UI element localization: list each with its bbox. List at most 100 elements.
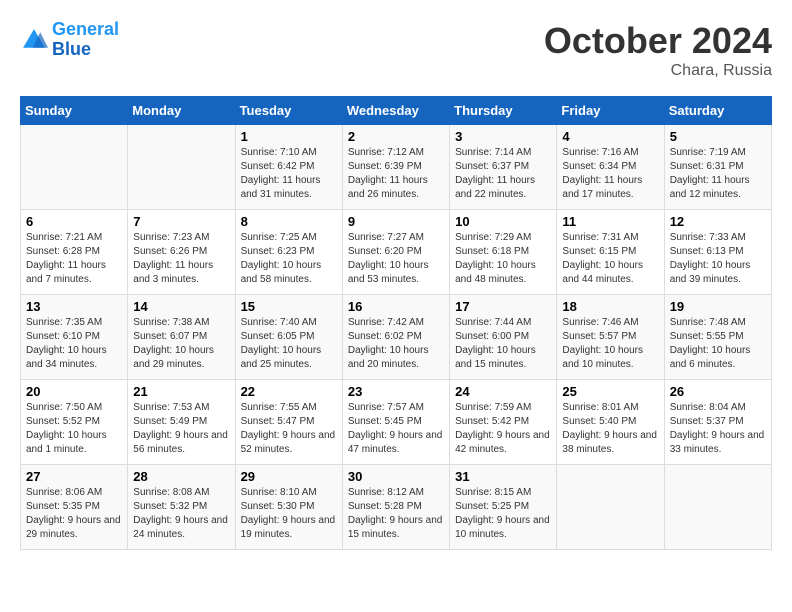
day-cell bbox=[21, 125, 128, 210]
day-number: 15 bbox=[241, 299, 337, 314]
day-cell: 29 Sunrise: 8:10 AM Sunset: 5:30 PM Dayli… bbox=[235, 465, 342, 550]
day-info: Sunrise: 7:19 AM Sunset: 6:31 PM Dayligh… bbox=[670, 146, 766, 202]
week-row-2: 6Sunrise: 7:21 AM Sunset: 6:28 PM Daylig… bbox=[21, 210, 772, 295]
day-cell: 6Sunrise: 7:21 AM Sunset: 6:28 PM Daylig… bbox=[21, 210, 128, 295]
day-number: 21 bbox=[133, 384, 229, 399]
location-subtitle: Chara, Russia bbox=[544, 62, 772, 80]
day-info: Sunrise: 7:38 AM Sunset: 6:07 PM Dayligh… bbox=[133, 316, 229, 372]
day-info: Sunrise: 8:06 AM Sunset: 5:35 PM Dayligh… bbox=[26, 486, 122, 542]
day-cell: 2Sunrise: 7:12 AM Sunset: 6:39 PM Daylig… bbox=[342, 125, 449, 210]
day-cell: 19 Sunrise: 7:48 AM Sunset: 5:55 PM Dayli… bbox=[664, 295, 771, 380]
day-cell: 12 Sunrise: 7:33 AM Sunset: 6:13 PM Dayli… bbox=[664, 210, 771, 295]
day-info: Sunrise: 7:57 AM Sunset: 5:45 PM Dayligh… bbox=[348, 401, 444, 457]
day-info: Sunrise: 7:25 AM Sunset: 6:23 PM Dayligh… bbox=[241, 231, 337, 287]
header-day-saturday: Saturday bbox=[664, 97, 771, 125]
day-info: Sunrise: 7:50 AM Sunset: 5:52 PM Dayligh… bbox=[26, 401, 122, 457]
header-day-tuesday: Tuesday bbox=[235, 97, 342, 125]
day-info: Sunrise: 8:15 AM Sunset: 5:25 PM Dayligh… bbox=[455, 486, 551, 542]
header-day-friday: Friday bbox=[557, 97, 664, 125]
day-number: 20 bbox=[26, 384, 122, 399]
day-number: 10 bbox=[455, 214, 551, 229]
day-cell: 26 Sunrise: 8:04 AM Sunset: 5:37 PM Dayli… bbox=[664, 380, 771, 465]
day-info: Sunrise: 7:59 AM Sunset: 5:42 PM Dayligh… bbox=[455, 401, 551, 457]
day-cell: 10 Sunrise: 7:29 AM Sunset: 6:18 PM Dayli… bbox=[450, 210, 557, 295]
day-number: 19 bbox=[670, 299, 766, 314]
day-number: 25 bbox=[562, 384, 658, 399]
day-number: 27 bbox=[26, 469, 122, 484]
title-block: October 2024 Chara, Russia bbox=[544, 20, 772, 80]
day-info: Sunrise: 7:10 AM Sunset: 6:42 PM Dayligh… bbox=[241, 146, 337, 202]
header-row: SundayMondayTuesdayWednesdayThursdayFrid… bbox=[21, 97, 772, 125]
day-cell: 18 Sunrise: 7:46 AM Sunset: 5:57 PM Dayli… bbox=[557, 295, 664, 380]
day-number: 3 bbox=[455, 129, 551, 144]
day-number: 26 bbox=[670, 384, 766, 399]
day-cell: 20 Sunrise: 7:50 AM Sunset: 5:52 PM Dayli… bbox=[21, 380, 128, 465]
day-number: 13 bbox=[26, 299, 122, 314]
page-header: General Blue October 2024 Chara, Russia bbox=[20, 20, 772, 80]
day-info: Sunrise: 7:31 AM Sunset: 6:15 PM Dayligh… bbox=[562, 231, 658, 287]
day-cell: 22 Sunrise: 7:55 AM Sunset: 5:47 PM Dayli… bbox=[235, 380, 342, 465]
day-info: Sunrise: 7:46 AM Sunset: 5:57 PM Dayligh… bbox=[562, 316, 658, 372]
day-info: Sunrise: 8:10 AM Sunset: 5:30 PM Dayligh… bbox=[241, 486, 337, 542]
day-cell: 3 Sunrise: 7:14 AM Sunset: 6:37 PM Daylig… bbox=[450, 125, 557, 210]
header-day-wednesday: Wednesday bbox=[342, 97, 449, 125]
day-info: Sunrise: 7:48 AM Sunset: 5:55 PM Dayligh… bbox=[670, 316, 766, 372]
day-number: 31 bbox=[455, 469, 551, 484]
day-cell: 25 Sunrise: 8:01 AM Sunset: 5:40 PM Dayli… bbox=[557, 380, 664, 465]
day-number: 24 bbox=[455, 384, 551, 399]
header-day-monday: Monday bbox=[128, 97, 235, 125]
day-info: Sunrise: 7:12 AM Sunset: 6:39 PM Dayligh… bbox=[348, 146, 444, 202]
day-number: 23 bbox=[348, 384, 444, 399]
day-number: 29 bbox=[241, 469, 337, 484]
day-number: 4 bbox=[562, 129, 658, 144]
day-info: Sunrise: 7:42 AM Sunset: 6:02 PM Dayligh… bbox=[348, 316, 444, 372]
day-number: 8 bbox=[241, 214, 337, 229]
day-cell bbox=[664, 465, 771, 550]
day-info: Sunrise: 7:29 AM Sunset: 6:18 PM Dayligh… bbox=[455, 231, 551, 287]
day-cell: 17 Sunrise: 7:44 AM Sunset: 6:00 PM Dayli… bbox=[450, 295, 557, 380]
day-number: 12 bbox=[670, 214, 766, 229]
day-info: Sunrise: 7:40 AM Sunset: 6:05 PM Dayligh… bbox=[241, 316, 337, 372]
day-info: Sunrise: 7:55 AM Sunset: 5:47 PM Dayligh… bbox=[241, 401, 337, 457]
day-info: Sunrise: 8:08 AM Sunset: 5:32 PM Dayligh… bbox=[133, 486, 229, 542]
calendar-body: 1 Sunrise: 7:10 AM Sunset: 6:42 PM Daylig… bbox=[21, 125, 772, 550]
calendar-header: SundayMondayTuesdayWednesdayThursdayFrid… bbox=[21, 97, 772, 125]
day-cell: 1 Sunrise: 7:10 AM Sunset: 6:42 PM Daylig… bbox=[235, 125, 342, 210]
day-number: 7 bbox=[133, 214, 229, 229]
day-info: Sunrise: 7:35 AM Sunset: 6:10 PM Dayligh… bbox=[26, 316, 122, 372]
logo: General Blue bbox=[20, 20, 119, 60]
day-cell: 8 Sunrise: 7:25 AM Sunset: 6:23 PM Daylig… bbox=[235, 210, 342, 295]
header-day-sunday: Sunday bbox=[21, 97, 128, 125]
day-info: Sunrise: 7:53 AM Sunset: 5:49 PM Dayligh… bbox=[133, 401, 229, 457]
month-title: October 2024 bbox=[544, 20, 772, 62]
day-number: 28 bbox=[133, 469, 229, 484]
day-number: 1 bbox=[241, 129, 337, 144]
day-number: 11 bbox=[562, 214, 658, 229]
day-number: 14 bbox=[133, 299, 229, 314]
day-info: Sunrise: 7:23 AM Sunset: 6:26 PM Dayligh… bbox=[133, 231, 229, 287]
calendar-table: SundayMondayTuesdayWednesdayThursdayFrid… bbox=[20, 96, 772, 550]
week-row-4: 20 Sunrise: 7:50 AM Sunset: 5:52 PM Dayli… bbox=[21, 380, 772, 465]
day-info: Sunrise: 8:12 AM Sunset: 5:28 PM Dayligh… bbox=[348, 486, 444, 542]
day-number: 17 bbox=[455, 299, 551, 314]
logo-text: General Blue bbox=[52, 20, 119, 60]
day-number: 16 bbox=[348, 299, 444, 314]
day-info: Sunrise: 7:33 AM Sunset: 6:13 PM Dayligh… bbox=[670, 231, 766, 287]
logo-icon bbox=[20, 26, 48, 54]
day-number: 18 bbox=[562, 299, 658, 314]
day-info: Sunrise: 7:44 AM Sunset: 6:00 PM Dayligh… bbox=[455, 316, 551, 372]
day-cell: 24 Sunrise: 7:59 AM Sunset: 5:42 PM Dayli… bbox=[450, 380, 557, 465]
day-cell: 5 Sunrise: 7:19 AM Sunset: 6:31 PM Daylig… bbox=[664, 125, 771, 210]
day-number: 22 bbox=[241, 384, 337, 399]
day-info: Sunrise: 8:01 AM Sunset: 5:40 PM Dayligh… bbox=[562, 401, 658, 457]
day-info: Sunrise: 7:14 AM Sunset: 6:37 PM Dayligh… bbox=[455, 146, 551, 202]
week-row-5: 27 Sunrise: 8:06 AM Sunset: 5:35 PM Dayli… bbox=[21, 465, 772, 550]
day-cell bbox=[128, 125, 235, 210]
day-cell: 31 Sunrise: 8:15 AM Sunset: 5:25 PM Dayli… bbox=[450, 465, 557, 550]
header-day-thursday: Thursday bbox=[450, 97, 557, 125]
day-number: 30 bbox=[348, 469, 444, 484]
day-cell: 9Sunrise: 7:27 AM Sunset: 6:20 PM Daylig… bbox=[342, 210, 449, 295]
day-number: 5 bbox=[670, 129, 766, 144]
day-info: Sunrise: 8:04 AM Sunset: 5:37 PM Dayligh… bbox=[670, 401, 766, 457]
day-cell: 30 Sunrise: 8:12 AM Sunset: 5:28 PM Dayli… bbox=[342, 465, 449, 550]
